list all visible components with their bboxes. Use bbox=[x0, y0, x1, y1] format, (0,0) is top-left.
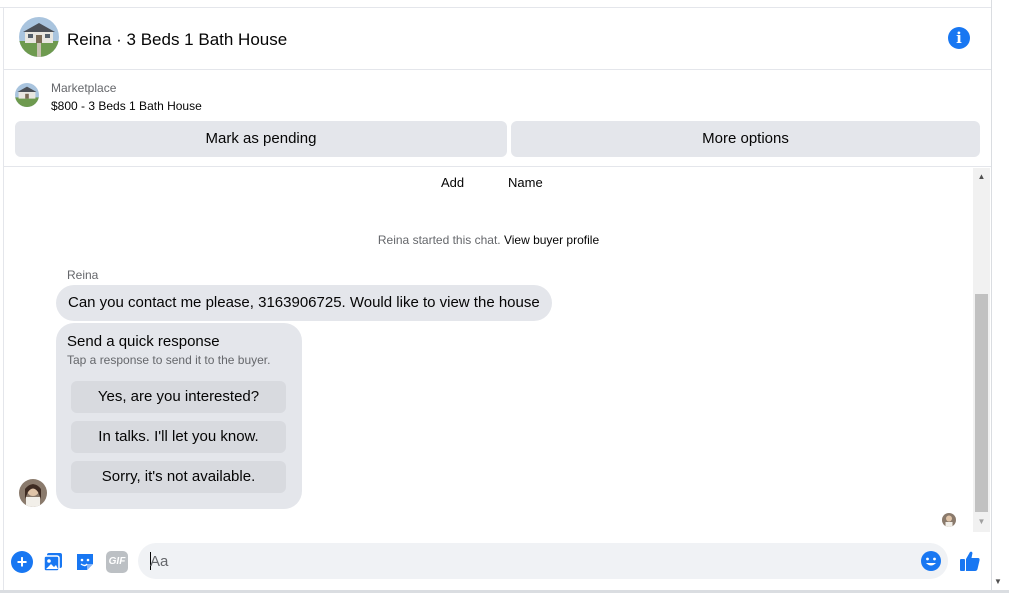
add-label: Add bbox=[441, 175, 465, 190]
quick-response-subtitle: Tap a response to send it to the buyer. bbox=[67, 353, 271, 367]
message-bubble[interactable]: Can you contact me please, 3163906725. W… bbox=[56, 285, 552, 321]
scroll-down-arrow-icon[interactable]: ▼ bbox=[973, 516, 990, 528]
sender-avatar[interactable] bbox=[19, 479, 47, 507]
messenger-window: Reina · 3 Beds 1 Bath House i Marketplac… bbox=[0, 0, 1009, 593]
top-edge bbox=[0, 0, 1009, 8]
emoji-icon[interactable] bbox=[920, 550, 942, 572]
chat-thread: Add Name Reina started this chat. View b… bbox=[4, 168, 973, 532]
quick-response-button[interactable]: Yes, are you interested? bbox=[71, 381, 286, 413]
sender-name: Reina bbox=[67, 268, 99, 282]
quick-response-button[interactable]: Sorry, it's not available. bbox=[71, 461, 286, 493]
mark-as-pending-button[interactable]: Mark as pending bbox=[15, 121, 507, 157]
listing-thumbnail[interactable] bbox=[15, 83, 39, 107]
right-edge bbox=[991, 0, 1009, 593]
info-icon[interactable]: i bbox=[948, 27, 970, 49]
page-scroll-down-arrow-icon[interactable]: ▼ bbox=[994, 577, 1002, 586]
chat-started-text: Reina started this chat. bbox=[377, 233, 501, 247]
seen-indicator-avatar bbox=[942, 513, 956, 527]
listing-title[interactable]: $800 - 3 Beds 1 Bath House bbox=[51, 99, 202, 113]
scroll-up-arrow-icon[interactable]: ▲ bbox=[973, 171, 990, 183]
message-composer: + GIF bbox=[4, 532, 991, 590]
message-input[interactable] bbox=[150, 543, 910, 579]
plus-icon[interactable]: + bbox=[11, 551, 33, 573]
marketplace-bar: Marketplace $800 - 3 Beds 1 Bath House M… bbox=[4, 71, 991, 167]
sticker-icon[interactable] bbox=[74, 551, 96, 573]
quick-response-title: Send a quick response bbox=[67, 333, 220, 350]
quick-response-card: Send a quick response Tap a response to … bbox=[56, 323, 302, 509]
listing-avatar[interactable] bbox=[19, 17, 59, 57]
photo-icon[interactable] bbox=[42, 551, 64, 573]
conversation-title[interactable]: Reina · 3 Beds 1 Bath House bbox=[67, 30, 287, 50]
name-label: Name bbox=[508, 175, 543, 190]
gif-icon[interactable]: GIF bbox=[106, 551, 128, 573]
view-buyer-profile-link[interactable]: View buyer profile bbox=[504, 233, 599, 247]
message-input-container[interactable] bbox=[138, 543, 948, 579]
more-options-button[interactable]: More options bbox=[511, 121, 980, 157]
marketplace-label: Marketplace bbox=[51, 81, 117, 95]
chat-scrollbar[interactable]: ▲ ▼ bbox=[973, 168, 990, 532]
conversation-header: Reina · 3 Beds 1 Bath House i bbox=[4, 8, 991, 70]
quick-response-button[interactable]: In talks. I'll let you know. bbox=[71, 421, 286, 453]
like-icon[interactable] bbox=[958, 549, 982, 573]
scroll-thumb[interactable] bbox=[975, 294, 988, 512]
chat-started-notice: Reina started this chat. View buyer prof… bbox=[4, 233, 973, 247]
